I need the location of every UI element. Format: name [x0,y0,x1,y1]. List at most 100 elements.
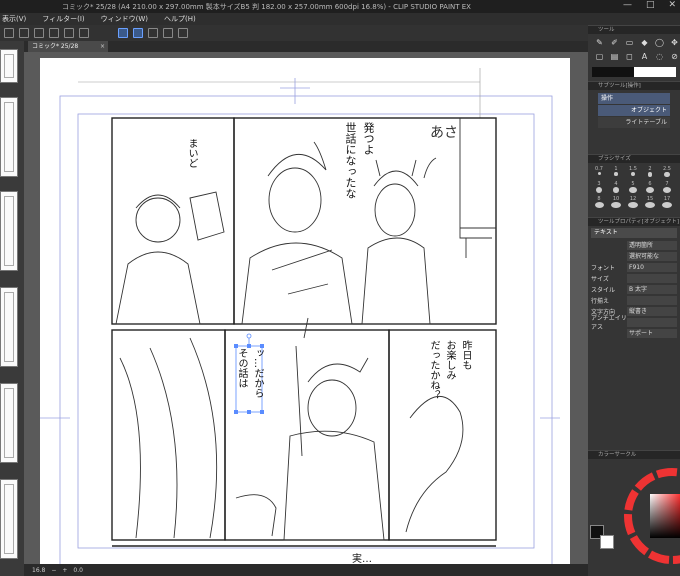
gradient-icon[interactable]: ▤ [609,51,620,62]
frame-icon[interactable] [163,28,173,38]
tool-property-row[interactable]: サイズ [591,273,677,283]
brush-size-option[interactable]: 17 [660,196,674,208]
property-value[interactable]: サポート [627,328,677,338]
brush-size-option[interactable]: 12 [626,196,640,208]
brush-dot-icon [646,187,654,193]
brush-size-panel-header: ブラシサイズ [588,154,680,163]
zoom-out-icon[interactable]: − [51,567,56,574]
sub-color-swatch[interactable] [600,535,614,549]
brush-size-option[interactable]: 2 [643,166,657,178]
speech-bubble-6[interactable]: 実… [352,550,372,564]
property-value[interactable]: 透明箇所 [627,240,677,250]
manga-drawing [40,68,560,564]
lasso-icon[interactable]: ◯ [654,37,665,48]
text-icon[interactable]: A [639,51,650,62]
brush-size-option[interactable]: 3 [592,181,606,193]
balloon-icon[interactable]: ◌ [654,51,665,62]
brush-size-option[interactable]: 8 [592,196,606,208]
tool-property-row[interactable]: アンチエイリアス [591,315,677,331]
brush-size-option[interactable]: 15 [643,196,657,208]
color-wheel[interactable] [624,460,680,572]
property-value[interactable]: 縦書き [627,306,677,316]
minimize-button[interactable]: — [623,0,632,10]
brush-size-option[interactable]: 2.5 [660,166,674,178]
brush-size-option[interactable]: 4 [609,181,623,193]
tool-property-row[interactable]: フォント F910 [591,262,677,272]
grid-icon[interactable] [4,28,14,38]
tool-property-list: 透明箇所 選択可能な フォント F910 サイズ スタイル B 太字 行揃え 文字方向 縦書き アン… [588,240,680,338]
brush-icon[interactable]: ✐ [609,37,620,48]
page-thumbnail[interactable] [0,287,18,367]
menu-bar: 表示(V) フィルター(I) ウィンドウ(W) ヘルプ(H) [0,13,680,25]
zoom-in-icon[interactable]: + [62,567,67,574]
brush-dot-icon [612,187,620,193]
brush-size-option[interactable]: 10 [609,196,623,208]
subtool-object[interactable]: オブジェクト [598,105,670,116]
frame-icon[interactable]: ▢ [594,51,605,62]
tool-property-row[interactable]: 行揃え [591,295,677,305]
pen-icon[interactable]: ✎ [594,37,605,48]
menu-view[interactable]: 表示(V) [2,14,26,24]
clip-studio-window: コミック* 25/28 (A4 210.00 x 297.00mm 製本サイズB… [0,0,680,576]
speech-bubble-1[interactable]: 発つよ 世話になったな [342,122,376,199]
canvas-area[interactable]: 発つよ 世話になったな まいど あさ ッ…だから その話は 昨日も お楽しみ だ… [24,52,588,564]
menu-help[interactable]: ヘルプ(H) [164,14,196,24]
transform-icon[interactable] [49,28,59,38]
brush-size-option[interactable]: 0.7 [592,166,606,178]
canvas-tab-label: コミック* 25/28 [32,43,79,50]
speech-text: 発つよ [362,122,375,155]
speech-text: 世話になったな [344,122,357,199]
brush-size-option[interactable]: 5 [626,181,640,193]
layer-icon[interactable] [79,28,89,38]
canvas-tab[interactable]: コミック* 25/28 × [28,41,108,52]
page-thumbnail[interactable] [0,479,18,559]
page-thumbnail[interactable] [0,191,18,271]
page-thumbnail[interactable] [0,49,18,83]
page-thumbnail[interactable] [0,383,18,463]
tool-property-row[interactable]: スタイル B 太字 [591,284,677,294]
selection-icon[interactable] [64,28,74,38]
eyedropper-icon[interactable]: ⊘ [669,51,680,62]
manga-page[interactable]: 発つよ 世話になったな まいど あさ ッ…だから その話は 昨日も お楽しみ だ… [40,58,570,564]
ruler-icon[interactable] [19,28,29,38]
speech-text: まいど [186,138,197,168]
tool-property-row[interactable]: 選択可能な [591,251,677,261]
brush-dot-icon [614,172,618,176]
brush-size-option[interactable]: 1 [609,166,623,178]
property-value[interactable]: B 太字 [627,284,677,294]
eraser-icon[interactable]: ▭ [624,37,635,48]
figure-icon[interactable]: ◻ [624,51,635,62]
property-value[interactable]: 選択可能な [627,251,677,261]
brush-size-option[interactable]: 6 [643,181,657,193]
snap-special-ruler-icon[interactable] [118,28,128,38]
zoom-value[interactable]: 16.8 [32,567,45,574]
property-value[interactable] [627,273,677,283]
subtool-operation[interactable]: 操作 [598,93,670,104]
speech-bubble-3[interactable]: あさ [430,122,458,142]
color-indicator[interactable] [592,67,676,77]
speech-text: ッ…だから [252,348,263,398]
page-thumbnail[interactable] [0,97,18,177]
close-tab-icon[interactable]: × [100,41,105,52]
speech-bubble-5[interactable]: 昨日も お楽しみ だったかね？ [426,340,473,400]
angle-value[interactable]: 0.0 [73,567,83,574]
property-value[interactable] [627,317,677,327]
speech-bubble-4[interactable]: ッ…だから その話は [234,348,265,398]
snap-grid-icon[interactable] [133,28,143,38]
brush-size-option[interactable]: 7 [660,181,674,193]
fill-icon[interactable]: ◆ [639,37,650,48]
menu-filter[interactable]: フィルター(I) [42,14,84,24]
menu-window[interactable]: ウィンドウ(W) [101,14,148,24]
brush-size-option[interactable]: 1.5 [626,166,640,178]
move-icon[interactable]: ✥ [669,37,680,48]
property-value[interactable]: F910 [627,262,677,272]
subtool-light-table[interactable]: ライトテーブル [598,117,670,128]
record-icon[interactable] [178,28,188,38]
property-value[interactable] [627,295,677,305]
move-icon[interactable] [34,28,44,38]
close-button[interactable]: ✕ [668,0,676,10]
maximize-button[interactable]: □ [646,0,655,10]
tool-property-row[interactable]: 透明箇所 [591,240,677,250]
speech-bubble-2[interactable]: まいど [184,138,199,171]
pen-icon[interactable] [148,28,158,38]
